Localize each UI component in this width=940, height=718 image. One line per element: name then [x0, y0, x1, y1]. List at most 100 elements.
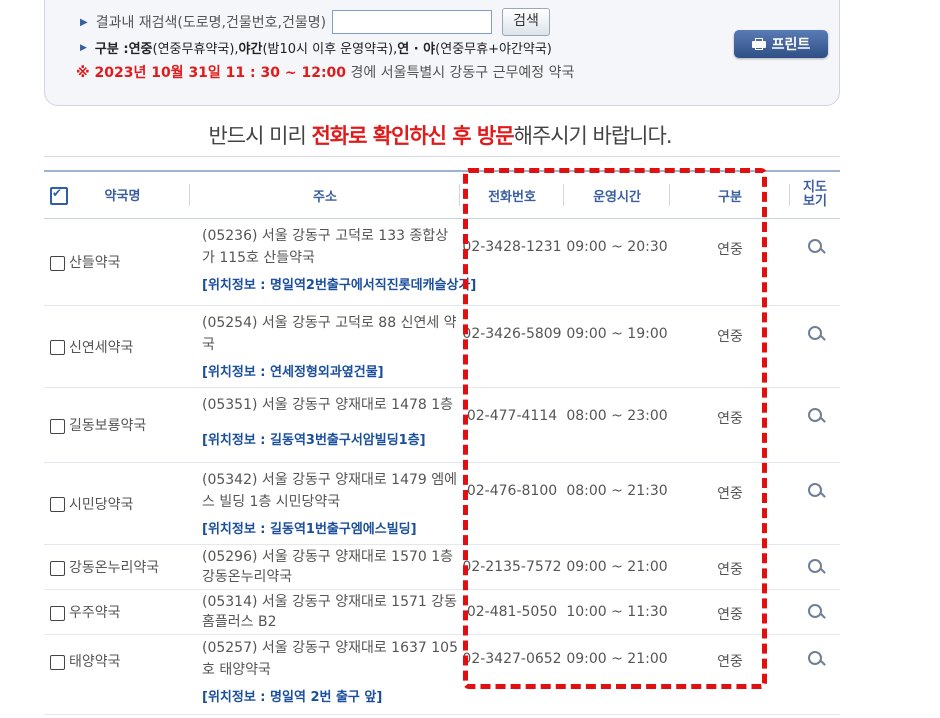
legend-yagan-desc: (밤10시 이후 운영약국), — [262, 42, 398, 57]
map-view-cell — [790, 387, 840, 463]
row-name-cell: 시민당약국 — [44, 462, 190, 545]
pharmacy-address: (05254) 서울 강동구 고덕로 88 신연세 약국 — [202, 315, 457, 353]
date-line-rest: 경에 서울특별시 강동구 근무예정 약국 — [346, 65, 575, 81]
magnifier-icon[interactable] — [808, 651, 822, 665]
pharmacy-type: 연중 — [670, 462, 790, 545]
divider — [44, 156, 840, 157]
search-button[interactable]: 검색 — [502, 8, 550, 36]
pharmacy-address: (05351) 서울 강동구 양재대로 1478 1층 — [202, 397, 454, 413]
row-address-cell: (05254) 서울 강동구 고덕로 88 신연세 약국 [위치정보 : 연세정형… — [190, 305, 460, 388]
pharmacy-hours: 09:00 ~ 21:00 — [564, 634, 670, 715]
legend-row: ▶ 구분 : 연중 (연중무휴약국), 야간 (밤10시 이후 운영약국), 연… — [80, 38, 552, 57]
header-address: 주소 — [190, 170, 460, 219]
row-checkbox[interactable] — [50, 654, 65, 670]
print-button[interactable]: 프린트 — [734, 30, 828, 58]
pharmacy-address: (05257) 서울 강동구 양재대로 1637 105호 태양약국 — [202, 640, 458, 678]
magnifier-icon[interactable] — [808, 483, 822, 497]
pharmacy-type: 연중 — [670, 387, 790, 463]
pharmacy-location: [위치정보 : 명일역2번출구에서직진롯데캐슬상가] — [202, 278, 477, 293]
row-checkbox[interactable] — [50, 560, 65, 576]
pharmacy-hours: 08:00 ~ 23:00 — [564, 387, 670, 463]
row-address-cell: (05236) 서울 강동구 고덕로 133 종합상가 115호 산들약국 [위치… — [190, 218, 477, 306]
pharmacy-address: (05342) 서울 강동구 양재대로 1479 엠에스 빌딩 1층 시민당약국 — [202, 472, 458, 510]
pharmacy-name: 산들약국 — [69, 255, 121, 271]
legend-yeonya: 연 · 야 — [397, 42, 436, 57]
pharmacy-name: 길동보룡약국 — [69, 418, 147, 434]
pharmacy-table: 약국명 주소 전화번호 운영시간 구분 지도보기 산들약국 (05236) 서울… — [44, 170, 840, 715]
pharmacy-location: [위치정보 : 명일역 2번 출구 앞] — [202, 690, 383, 705]
header-address-label: 주소 — [313, 189, 337, 205]
search-input[interactable] — [332, 10, 493, 34]
pharmacy-location: [위치정보 : 길동역1번출구엠에스빌딩] — [202, 522, 417, 537]
magnifier-icon[interactable] — [808, 239, 822, 253]
row-checkbox[interactable] — [50, 497, 65, 512]
row-checkbox[interactable] — [50, 605, 65, 621]
row-name-cell: 신연세약국 — [44, 305, 190, 388]
table-header-row: 약국명 주소 전화번호 운영시간 구분 지도보기 — [44, 170, 840, 219]
pharmacy-location: [위치정보 : 길동역3번출구서암빌딩1층] — [202, 433, 426, 448]
pharmacy-name: 시민당약국 — [69, 496, 134, 513]
header-hours-label: 운영시간 — [593, 189, 641, 205]
pharmacy-address: (05314) 서울 강동구 양재대로 1571 강동홈플러스 B2 — [202, 594, 458, 630]
pharmacy-type: 연중 — [670, 589, 790, 635]
legend-prefix: 구분 : — [94, 42, 129, 57]
pharmacy-hours: 10:00 ~ 11:30 — [564, 589, 670, 635]
row-checkbox[interactable] — [50, 255, 65, 271]
pharmacy-type: 연중 — [670, 305, 790, 388]
magnifier-icon[interactable] — [808, 559, 822, 573]
row-name-cell: 산들약국 — [44, 218, 190, 306]
pharmacy-name: 우주약국 — [69, 605, 121, 621]
table-row: 신연세약국 (05254) 서울 강동구 고덕로 88 신연세 약국 [위치정보 … — [44, 305, 840, 388]
header-phone-label: 전화번호 — [488, 189, 536, 205]
map-view-cell — [790, 544, 840, 590]
pharmacy-location: [위치정보 : 연세정형외과옆건물] — [202, 365, 384, 380]
table-row: 시민당약국 (05342) 서울 강동구 양재대로 1479 엠에스 빌딩 1층… — [44, 462, 840, 545]
map-view-cell — [790, 305, 840, 388]
pharmacy-hours: 08:00 ~ 21:30 — [564, 462, 670, 545]
row-name-cell: 우주약국 — [44, 589, 190, 635]
header-map: 지도보기 — [790, 170, 840, 219]
search-row: ▶ 결과내 재검색(도로명,건물번호,건물명) 검색 — [80, 8, 550, 36]
printer-icon — [751, 38, 766, 50]
header-map-label: 지도보기 — [803, 180, 827, 209]
date-line: ※ 2023년 10월 31일 11 : 30 ~ 12:00 경에 서울특별시… — [76, 62, 574, 82]
pharmacy-name: 태양약국 — [69, 654, 121, 670]
map-view-cell — [790, 589, 840, 635]
header-hours: 운영시간 — [564, 170, 670, 219]
pharmacy-phone: 02-3426-5809 — [460, 305, 564, 388]
legend-yagan: 야간 — [238, 42, 263, 57]
pharmacy-type: 연중 — [670, 218, 790, 306]
pharmacy-phone: 02-2135-7572 — [460, 544, 564, 590]
header-name-label: 약국명 — [104, 188, 141, 204]
print-button-label: 프린트 — [771, 37, 811, 53]
magnifier-icon[interactable] — [808, 326, 822, 340]
select-all-checkbox[interactable] — [50, 186, 68, 206]
row-checkbox[interactable] — [50, 340, 65, 355]
pharmacy-type: 연중 — [670, 544, 790, 590]
date-range: ※ 2023년 10월 31일 11 : 30 ~ 12:00 — [76, 65, 347, 81]
map-view-cell — [790, 462, 840, 545]
notice-red: 전화로 확인하신 후 방문 — [311, 124, 514, 148]
pharmacy-phone: 02-476-8100 — [460, 462, 564, 545]
row-checkbox[interactable] — [50, 418, 65, 434]
map-view-cell — [790, 634, 840, 715]
header-phone: 전화번호 — [460, 170, 564, 219]
row-address-cell: (05257) 서울 강동구 양재대로 1637 105호 태양약국 [위치정보 … — [190, 634, 460, 715]
header-type: 구분 — [670, 170, 790, 219]
magnifier-icon[interactable] — [808, 408, 822, 422]
triangle-bullet-icon: ▶ — [80, 42, 87, 53]
pharmacy-hours: 09:00 ~ 21:00 — [564, 544, 670, 590]
triangle-bullet-icon: ▶ — [80, 16, 88, 28]
magnifier-icon[interactable] — [808, 604, 822, 618]
row-address-cell: (05342) 서울 강동구 양재대로 1479 엠에스 빌딩 1층 시민당약국… — [190, 462, 460, 545]
table-row: 강동온누리약국 (05296) 서울 강동구 양재대로 1570 1층 강동온누… — [44, 544, 840, 590]
table-row: 우주약국 (05314) 서울 강동구 양재대로 1571 강동홈플러스 B2 … — [44, 589, 840, 635]
row-address-cell: (05314) 서울 강동구 양재대로 1571 강동홈플러스 B2 — [190, 589, 460, 635]
table-row: 태양약국 (05257) 서울 강동구 양재대로 1637 105호 태양약국 [… — [44, 634, 840, 715]
pharmacy-phone: 02-477-4114 — [460, 387, 564, 463]
pharmacy-hours: 09:00 ~ 20:30 — [564, 218, 670, 306]
row-address-cell: (05296) 서울 강동구 양재대로 1570 1층 강동온누리약국 — [190, 544, 460, 590]
pharmacy-hours: 09:00 ~ 19:00 — [564, 305, 670, 388]
pharmacy-name: 신연세약국 — [69, 339, 134, 356]
row-address-cell: (05351) 서울 강동구 양재대로 1478 1층 [위치정보 : 길동역3번… — [190, 387, 460, 463]
